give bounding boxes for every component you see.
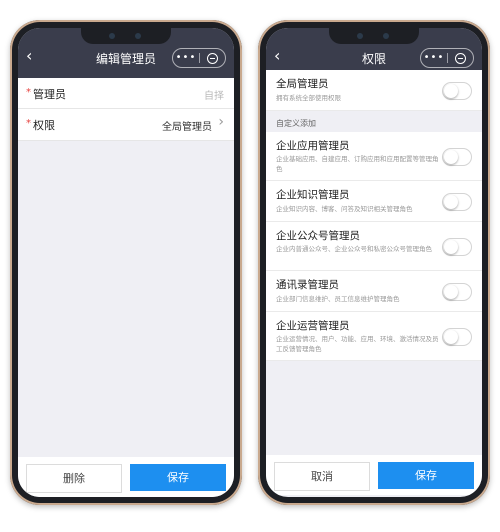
section-header: 自定义添加 xyxy=(276,119,316,128)
admin-value: 自择 xyxy=(204,91,224,102)
item-title: 企业运营管理员 xyxy=(276,320,350,332)
item-desc: 企业基础应用、自建应用、订购应用和应用配置等管理角色 xyxy=(276,155,439,173)
global-admin-toggle[interactable] xyxy=(442,82,472,100)
right-bottom-bar: 取消 保存 xyxy=(266,455,482,495)
mini-program-capsule: ••• xyxy=(420,48,474,68)
chevron-right-icon: › xyxy=(218,114,224,130)
more-icon[interactable]: ••• xyxy=(173,49,199,67)
cancel-button[interactable]: 取消 xyxy=(274,462,370,491)
save-button[interactable]: 保存 xyxy=(130,464,226,491)
item-title: 企业公众号管理员 xyxy=(276,230,360,242)
item-desc: 拥有系统全部使用权限 xyxy=(276,94,341,102)
item-title: 企业应用管理员 xyxy=(276,140,350,152)
permission-toggle[interactable] xyxy=(442,238,472,256)
permission-item: 企业应用管理员 企业基础应用、自建应用、订购应用和应用配置等管理角色 xyxy=(266,132,482,181)
delete-button[interactable]: 删除 xyxy=(26,464,122,493)
permission-value: 全局管理员 xyxy=(162,122,212,133)
permission-toggle[interactable] xyxy=(442,283,472,301)
required-mark: * xyxy=(26,118,31,129)
minus-circle-icon[interactable] xyxy=(200,52,225,64)
permission-toggle[interactable] xyxy=(442,148,472,166)
permission-field[interactable]: * 权限 全局管理员 › xyxy=(18,109,234,141)
item-desc: 企业内普通公众号、企业公众号和私密公众号管理角色 xyxy=(276,245,432,253)
right-phone-frame: ‹ 权限 ••• 全局管理员 拥有系统全部使用权限 自定义添加 企业应用管理员 … xyxy=(258,20,490,505)
save-button[interactable]: 保存 xyxy=(378,462,474,489)
left-notch xyxy=(81,28,171,44)
item-title: 企业知识管理员 xyxy=(276,189,350,201)
item-desc: 企业部门信息维护、员工信息维护管理角色 xyxy=(276,295,400,303)
item-desc: 企业知识内容、博客、问答及知识相关管理角色 xyxy=(276,205,413,213)
global-admin-item: 全局管理员 拥有系统全部使用权限 xyxy=(266,70,482,111)
admin-field[interactable]: * 管理员 自择 xyxy=(18,78,234,109)
item-title: 通讯录管理员 xyxy=(276,279,339,291)
admin-label: 管理员 xyxy=(33,88,66,101)
permission-toggle[interactable] xyxy=(442,328,472,346)
mini-program-capsule: ••• xyxy=(172,48,226,68)
permission-toggle[interactable] xyxy=(442,193,472,211)
right-screen: ‹ 权限 ••• 全局管理员 拥有系统全部使用权限 自定义添加 企业应用管理员 … xyxy=(266,28,482,497)
left-phone-frame: ‹ 编辑管理员 ••• * 管理员 自择 * 权限 全局管理员 › 删除 保存 xyxy=(10,20,242,505)
item-title: 全局管理员 xyxy=(276,78,329,90)
left-bottom-bar: 删除 保存 xyxy=(18,457,234,497)
permission-item: 企业知识管理员 企业知识内容、博客、问答及知识相关管理角色 xyxy=(266,181,482,222)
item-desc: 企业运营情况、用户、功能、应用、环境、激活情况及员工反馈管理角色 xyxy=(276,335,439,353)
permission-item: 企业运营管理员 企业运营情况、用户、功能、应用、环境、激活情况及员工反馈管理角色 xyxy=(266,312,482,361)
right-notch xyxy=(329,28,419,44)
more-icon[interactable]: ••• xyxy=(421,49,447,67)
permission-item: 企业公众号管理员 企业内普通公众号、企业公众号和私密公众号管理角色 xyxy=(266,222,482,271)
required-mark: * xyxy=(26,87,31,98)
minus-circle-icon[interactable] xyxy=(448,52,473,64)
permission-label: 权限 xyxy=(33,119,55,132)
permission-item: 通讯录管理员 企业部门信息维护、员工信息维护管理角色 xyxy=(266,271,482,312)
left-screen: ‹ 编辑管理员 ••• * 管理员 自择 * 权限 全局管理员 › 删除 保存 xyxy=(18,28,234,497)
